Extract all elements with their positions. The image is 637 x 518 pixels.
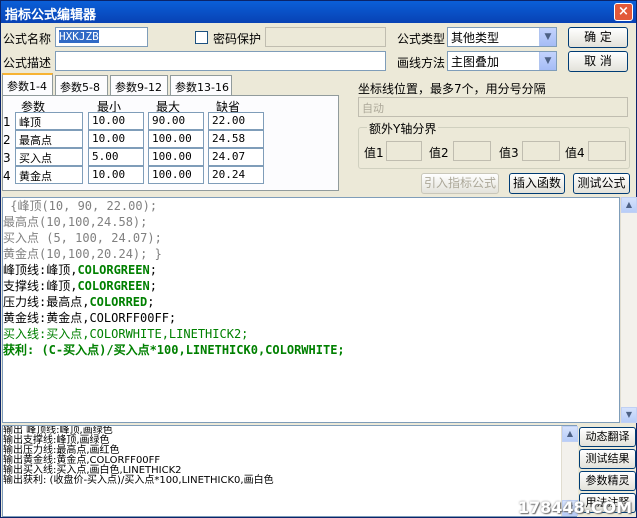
coord-lines-input[interactable]: 自动 — [358, 97, 628, 117]
scroll-up-icon[interactable]: ▲ — [621, 197, 637, 213]
coord-lines-label: 坐标线位置，最多7个，用分号分隔 — [358, 82, 546, 96]
watermark: 178448.COM — [517, 498, 632, 517]
param-name-input[interactable]: 最高点 — [15, 130, 83, 148]
param-index: 2 — [3, 133, 11, 147]
param-max-input[interactable]: 100.00 — [148, 148, 204, 166]
code-line: 黄金点(10,100,20.24); } — [3, 247, 162, 261]
param-index: 3 — [3, 151, 11, 165]
formula-code-editor[interactable]: {峰顶(10, 90, 22.00); 最高点(10,100,24.58); 买入点… — [2, 197, 620, 423]
extra-y-axis-title: 额外Y轴分界 — [367, 120, 439, 137]
output-line: 输出获利: (收盘价-买入点)/买入点*100,LINETHICK0,画白色 — [3, 475, 274, 486]
scroll-down-icon[interactable]: ▼ — [621, 407, 637, 423]
y-value-2-input[interactable] — [453, 141, 491, 161]
y-value-1-input[interactable] — [386, 141, 422, 161]
cancel-button[interactable]: 取 消 — [568, 51, 628, 72]
output-lines: 输出 峰顶线:峰顶,画绿色 输出支撑线:峰顶,画绿色 输出压力线:最高点,画红色 输出… — [3, 426, 576, 486]
formula-desc-input[interactable] — [55, 51, 386, 71]
formula-type-value: 其他类型 — [451, 31, 500, 45]
code-line: {峰顶(10, 90, 22.00); — [3, 199, 158, 213]
formula-editor-window: 指标公式编辑器 × 公式名称 HXKJZB 密码保护 公式类型 其他类型 ▼ 确… — [0, 0, 637, 518]
password-checkbox[interactable] — [195, 31, 208, 44]
param-index: 4 — [3, 169, 11, 183]
y-value-1-label: 值1 — [364, 146, 384, 160]
param-wizard-button[interactable]: 参数精灵 — [579, 471, 636, 491]
y-value-3-input[interactable] — [522, 141, 560, 161]
code-line: 峰顶线:峰顶,COLORGREEN; — [3, 263, 157, 277]
y-value-2-label: 值2 — [429, 146, 449, 160]
password-input[interactable] — [265, 27, 386, 47]
insert-function-button[interactable]: 插入函数 — [509, 173, 565, 194]
param-min-input[interactable]: 10.00 — [88, 130, 144, 148]
param-max-input[interactable]: 100.00 — [148, 130, 204, 148]
y-value-4-input[interactable] — [588, 141, 626, 161]
param-min-input[interactable]: 5.00 — [88, 148, 144, 166]
tab-params-9-12[interactable]: 参数9-12 — [110, 75, 168, 95]
param-name-input[interactable]: 黄金点 — [15, 166, 83, 184]
code-line: 支撑线:峰顶,COLORGREEN; — [3, 279, 157, 293]
formula-desc-label: 公式描述 — [3, 56, 52, 70]
param-default-input[interactable]: 20.24 — [208, 166, 264, 184]
tab-params-5-8[interactable]: 参数5-8 — [55, 75, 108, 95]
draw-method-label: 画线方法 — [397, 56, 446, 70]
window-title: 指标公式编辑器 — [5, 8, 97, 23]
formula-name-input[interactable]: HXKJZB — [55, 27, 148, 47]
test-result-button[interactable]: 测试结果 — [579, 449, 636, 469]
y-value-3-label: 值3 — [499, 146, 519, 160]
chevron-down-icon: ▼ — [539, 52, 556, 70]
params-panel: 参数 最小 最大 缺省 1 峰顶 10.00 90.00 22.00 2 最高点… — [2, 95, 339, 191]
tab-params-13-16[interactable]: 参数13-16 — [170, 75, 232, 95]
param-name-input[interactable]: 峰顶 — [15, 112, 83, 130]
title-bar: 指标公式编辑器 × — [1, 1, 636, 23]
param-name-input[interactable]: 买入点 — [15, 148, 83, 166]
formula-type-select[interactable]: 其他类型 ▼ — [447, 27, 557, 47]
code-line: 买入点 (5, 100, 24.07); — [3, 231, 162, 245]
import-formula-button[interactable]: 引入指标公式 — [421, 173, 499, 194]
y-value-4-label: 值4 — [565, 146, 585, 160]
code-line: 最高点(10,100,24.58); — [3, 215, 148, 229]
param-default-input[interactable]: 24.58 — [208, 130, 264, 148]
translation-output[interactable]: 输出 峰顶线:峰顶,画绿色 输出支撑线:峰顶,画绿色 输出压力线:最高点,画红色 输出… — [2, 425, 577, 517]
draw-method-select[interactable]: 主图叠加 ▼ — [447, 51, 557, 71]
param-default-input[interactable]: 24.07 — [208, 148, 264, 166]
param-default-input[interactable]: 22.00 — [208, 112, 264, 130]
test-formula-button[interactable]: 测试公式 — [573, 173, 630, 194]
param-index: 1 — [3, 115, 11, 129]
code-scrollbar[interactable]: ▲ ▼ — [620, 197, 637, 423]
formula-type-label: 公式类型 — [397, 32, 446, 46]
password-label: 密码保护 — [213, 32, 262, 46]
param-max-input[interactable]: 100.00 — [148, 166, 204, 184]
scroll-up-icon[interactable]: ▲ — [562, 426, 578, 442]
formula-name-label: 公式名称 — [3, 32, 52, 46]
param-min-input[interactable]: 10.00 — [88, 112, 144, 130]
chevron-down-icon: ▼ — [539, 28, 556, 46]
close-button[interactable]: × — [614, 3, 633, 21]
code-line: 买入线:买入点,COLORWHITE,LINETHICK2; — [3, 327, 249, 341]
code-line: 黄金线:黄金点,COLORFF00FF; — [3, 311, 177, 325]
param-min-input[interactable]: 10.00 — [88, 166, 144, 184]
code-line: 压力线:最高点,COLORRED; — [3, 295, 155, 309]
code-line: 获利: (C-买入点)/买入点*100,LINETHICK0,COLORWHIT… — [3, 343, 345, 357]
draw-method-value: 主图叠加 — [451, 55, 500, 69]
ok-button[interactable]: 确 定 — [568, 27, 628, 48]
code-lines: {峰顶(10, 90, 22.00); 最高点(10,100,24.58); 买入点… — [3, 198, 619, 358]
formula-name-value: HXKJZB — [59, 30, 99, 43]
extra-y-axis-group: 额外Y轴分界 值1 值2 值3 值4 — [358, 120, 630, 169]
param-max-input[interactable]: 90.00 — [148, 112, 204, 130]
tab-params-1-4[interactable]: 参数1-4 — [2, 73, 53, 95]
dynamic-translate-button[interactable]: 动态翻译 — [579, 427, 636, 447]
